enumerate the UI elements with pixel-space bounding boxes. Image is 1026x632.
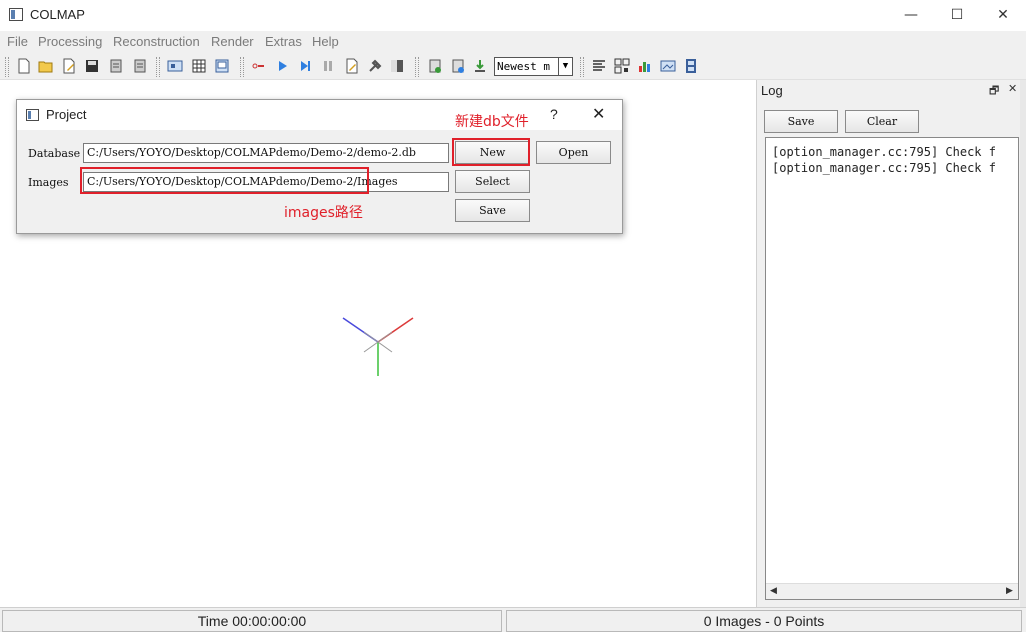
images-path-annotation: images路径 <box>284 205 363 221</box>
toolbar-grip[interactable] <box>156 57 160 77</box>
menu-bar: File Processing Reconstruction Render Ex… <box>0 31 1026 53</box>
maximize-button[interactable]: ☐ <box>934 0 980 31</box>
dialog-title: Project <box>46 107 87 122</box>
dialog-title-bar: Project ? ✕ <box>17 100 622 130</box>
status-counts: 0 Images - 0 Points <box>506 610 1022 632</box>
images-path-input[interactable]: C:/Users/YOYO/Desktop/COLMAPdemo/Demo-2/… <box>83 172 449 192</box>
new-db-annotation: 新建db文件 <box>455 114 529 130</box>
toolbar-grip[interactable] <box>415 57 419 77</box>
feature-matching-icon[interactable] <box>191 58 207 74</box>
render-options-icon[interactable] <box>427 58 443 74</box>
reconstruction-options-icon[interactable] <box>344 58 360 74</box>
step-icon[interactable] <box>297 58 313 74</box>
log-save-button[interactable]: Save <box>764 110 838 133</box>
database-path-input[interactable]: C:/Users/YOYO/Desktop/COLMAPdemo/Demo-2/… <box>83 143 449 163</box>
play-icon[interactable] <box>274 58 290 74</box>
save-project-icon[interactable] <box>84 58 100 74</box>
select-images-button[interactable]: Select <box>455 170 530 193</box>
toolbar-grip[interactable] <box>5 57 9 77</box>
render-camera-icon[interactable] <box>472 58 488 74</box>
menu-file[interactable]: File <box>7 34 28 49</box>
colmap-window: COLMAP — ☐ ✕ File Processing Reconstruct… <box>0 0 1026 632</box>
grab-movie-icon[interactable] <box>660 58 676 74</box>
status-bar: Time 00:00:00:00 0 Images - 0 Points <box>0 607 1026 632</box>
horizontal-scrollbar[interactable]: ◀ ▶ <box>766 583 1018 599</box>
menu-help[interactable]: Help <box>312 34 339 49</box>
menu-extras[interactable]: Extras <box>265 34 302 49</box>
start-reconstruction-icon[interactable] <box>251 58 267 74</box>
log-title: Log <box>761 83 783 98</box>
new-project-icon[interactable] <box>16 58 32 74</box>
menu-render[interactable]: Render <box>211 34 254 49</box>
log-output[interactable]: [option_manager.cc:795] Check f [option_… <box>765 137 1019 600</box>
vertical-scrollbar[interactable] <box>1020 80 1026 607</box>
status-time: Time 00:00:00:00 <box>2 610 502 632</box>
help-button[interactable]: ? <box>550 106 558 122</box>
close-button[interactable]: ✕ <box>980 0 1026 31</box>
match-matrix-icon[interactable] <box>614 58 630 74</box>
pause-icon[interactable] <box>320 58 336 74</box>
new-database-button[interactable]: New <box>455 141 530 164</box>
app-icon <box>9 8 23 21</box>
log-clear-button[interactable]: Clear <box>845 110 919 133</box>
save-project-button[interactable]: Save <box>455 199 530 222</box>
title-bar: COLMAP — ☐ ✕ <box>0 0 1026 31</box>
menu-processing[interactable]: Processing <box>38 34 102 49</box>
menu-reconstruction[interactable]: Reconstruction <box>113 34 200 49</box>
open-database-button[interactable]: Open <box>536 141 611 164</box>
film-icon[interactable] <box>683 58 699 74</box>
undock-icon[interactable]: 🗗 <box>989 82 999 101</box>
dense-reconstruction-icon[interactable] <box>389 58 405 74</box>
render-point-icon[interactable] <box>450 58 466 74</box>
dialog-icon <box>26 109 39 121</box>
bundle-adjustment-icon[interactable] <box>367 58 383 74</box>
close-icon[interactable]: ✕ <box>1008 82 1017 95</box>
log-line: [option_manager.cc:795] Check f <box>772 145 996 159</box>
window-title: COLMAP <box>30 7 85 22</box>
database-label: Database <box>28 147 81 160</box>
log-line: [option_manager.cc:795] Check f <box>772 161 996 175</box>
scroll-right-icon[interactable]: ▶ <box>1006 586 1013 596</box>
export-model-icon[interactable] <box>132 58 148 74</box>
images-label: Images <box>28 176 69 189</box>
chevron-down-icon[interactable]: ▼ <box>558 58 572 75</box>
scroll-left-icon[interactable]: ◀ <box>770 586 777 596</box>
edit-project-icon[interactable] <box>61 58 77 74</box>
toolbar-grip[interactable] <box>240 57 244 77</box>
import-model-icon[interactable] <box>108 58 124 74</box>
render-mode-select[interactable]: Newest m ▼ <box>494 57 573 76</box>
render-mode-value: Newest m <box>497 60 550 73</box>
dialog-close-button[interactable]: ✕ <box>592 104 605 123</box>
toolbar-grip[interactable] <box>580 57 584 77</box>
feature-extraction-icon[interactable] <box>167 58 183 74</box>
log-icon[interactable] <box>591 58 607 74</box>
log-panel: Log 🗗 ✕ Save Clear [option_manager.cc:79… <box>757 80 1026 607</box>
grab-image-icon[interactable] <box>637 58 653 74</box>
minimize-button[interactable]: — <box>888 0 934 31</box>
open-project-icon[interactable] <box>38 58 54 74</box>
database-management-icon[interactable] <box>214 58 230 74</box>
